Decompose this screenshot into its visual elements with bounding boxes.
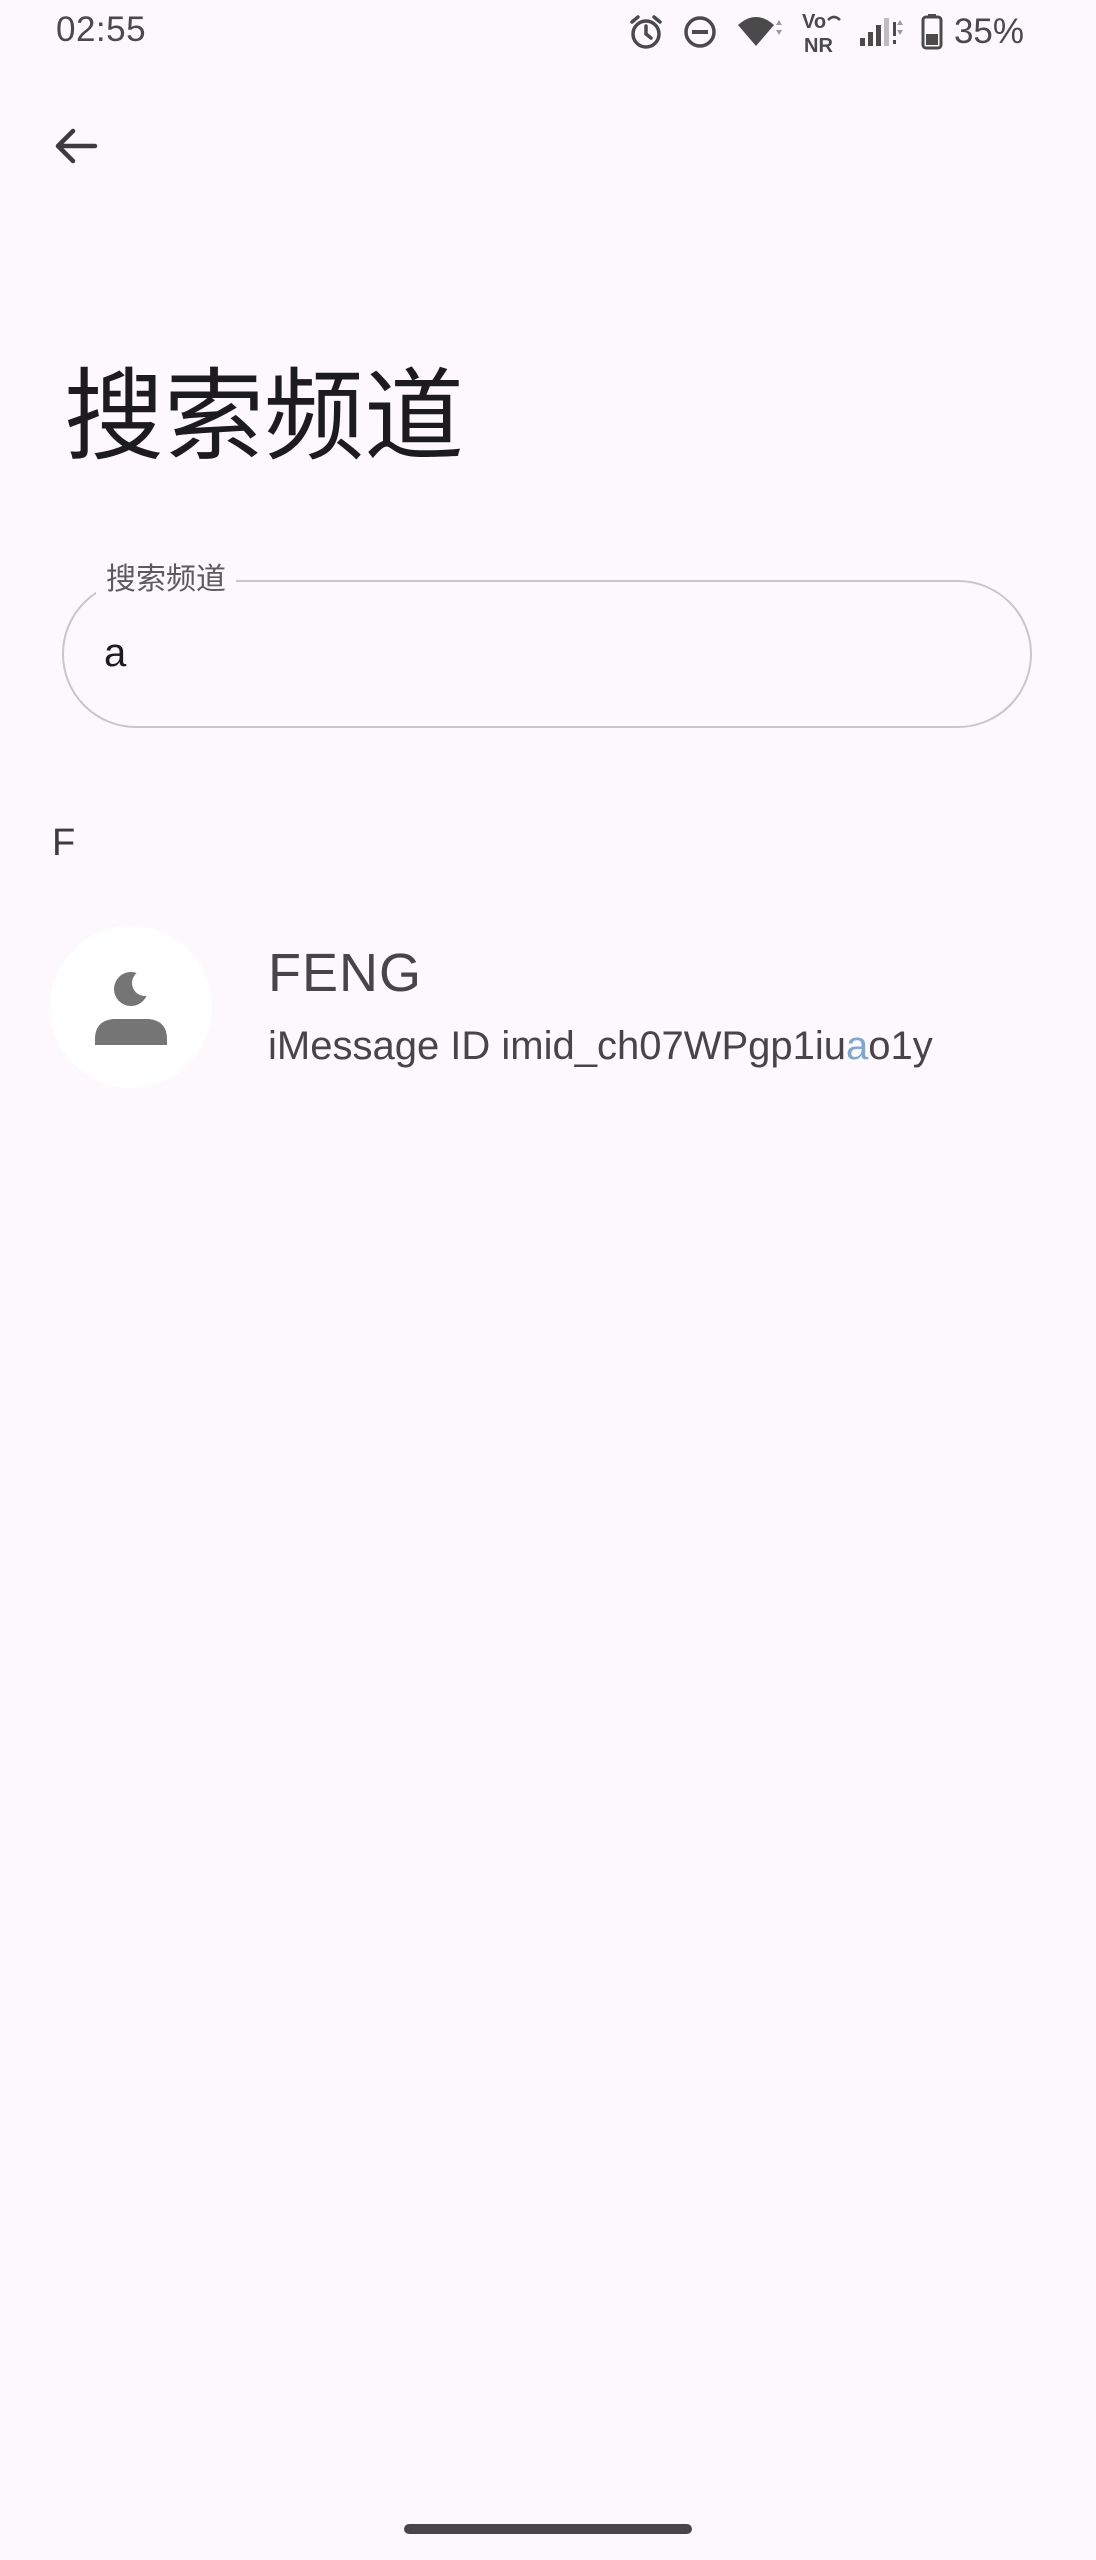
avatar [50,926,212,1088]
search-field[interactable]: 搜索频道 [62,560,1032,728]
arrow-back-icon [51,121,101,175]
cellular-signal-icon [856,12,906,52]
battery-icon [920,12,944,52]
status-time: 02:55 [56,10,147,49]
vonr-icon: Vo NR [800,8,842,56]
home-indicator[interactable] [404,2524,692,2534]
battery-percent: 35% [953,12,1024,51]
search-match-highlight: a [846,1024,869,1068]
person-icon [81,955,181,1059]
vo-label: Vo [802,11,826,33]
wifi-icon [734,12,786,52]
status-bar: 02:55 Vo NR 35% [0,0,1096,64]
contact-row-feng[interactable]: FENG iMessage ID imid_ch07WPgp1iuao1y [0,908,1096,1108]
contact-detail-suffix: o1y [868,1024,933,1068]
page-title: 搜索频道 [64,358,464,475]
status-icons: Vo NR 35% [626,8,1024,56]
back-button[interactable] [40,112,112,184]
contact-name: FENG [268,943,423,1003]
nr-label: NR [804,35,833,56]
do-not-disturb-icon [680,12,720,52]
contact-detail-prefix: iMessage ID imid_ch07WPgp1iu [268,1024,847,1068]
search-field-label: 搜索频道 [96,560,236,600]
search-input[interactable] [104,618,984,688]
alarm-icon [626,12,666,52]
contact-detail: iMessage ID imid_ch07WPgp1iuao1y [268,1024,933,1069]
section-header: F [52,822,76,864]
